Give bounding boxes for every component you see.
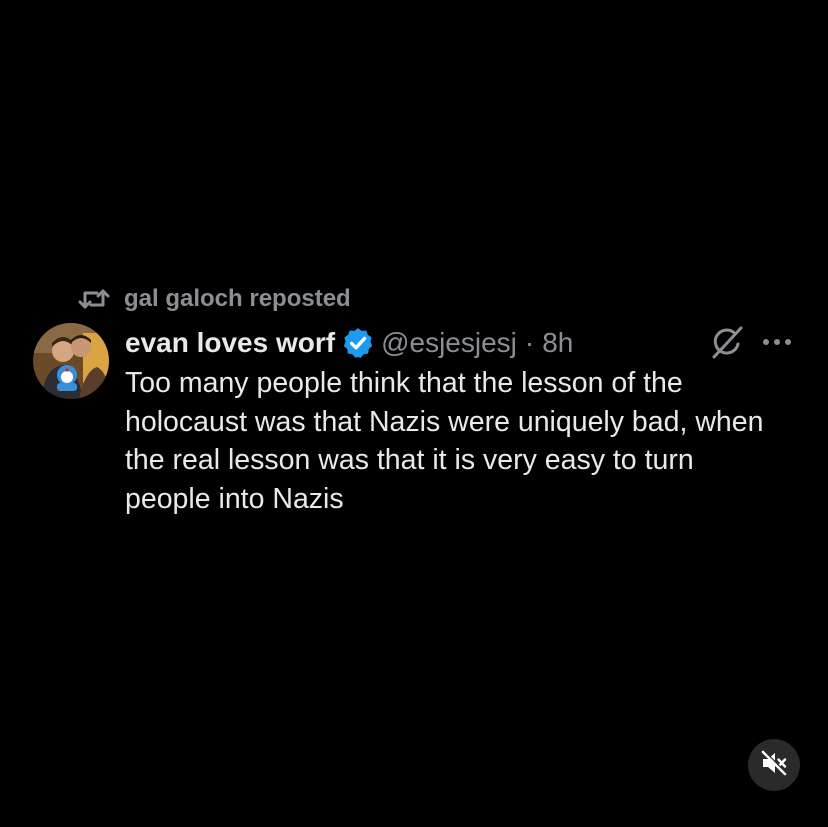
repost-icon: [78, 287, 110, 311]
tweet-text-line: the real lesson was that it is very easy…: [125, 444, 694, 476]
meta-separator: ·: [524, 327, 535, 358]
speaker-muted-icon: [760, 749, 788, 782]
user-handle[interactable]: @esjesjesj: [381, 327, 517, 359]
post-time[interactable]: 8h: [542, 327, 573, 359]
grok-icon[interactable]: [710, 325, 744, 359]
tweet-text-line: Too many people think that the lesson of…: [125, 367, 683, 399]
avatar[interactable]: [33, 323, 109, 399]
tweet-text-line: holocaust was that Nazis were uniquely b…: [125, 405, 764, 438]
mute-button[interactable]: [748, 739, 800, 791]
verified-badge-icon: [341, 326, 375, 360]
more-icon[interactable]: [760, 331, 794, 353]
tweet-header: evan loves worf @esjesjesj · 8h: [125, 324, 573, 362]
tweet-text-line: people into Nazis: [125, 482, 344, 515]
tweet-text: Too many people think that the lesson of…: [125, 364, 815, 518]
repost-indicator[interactable]: gal galoch reposted: [78, 284, 351, 314]
display-name[interactable]: evan loves worf: [125, 327, 335, 359]
repost-label: gal galoch reposted: [124, 285, 351, 312]
